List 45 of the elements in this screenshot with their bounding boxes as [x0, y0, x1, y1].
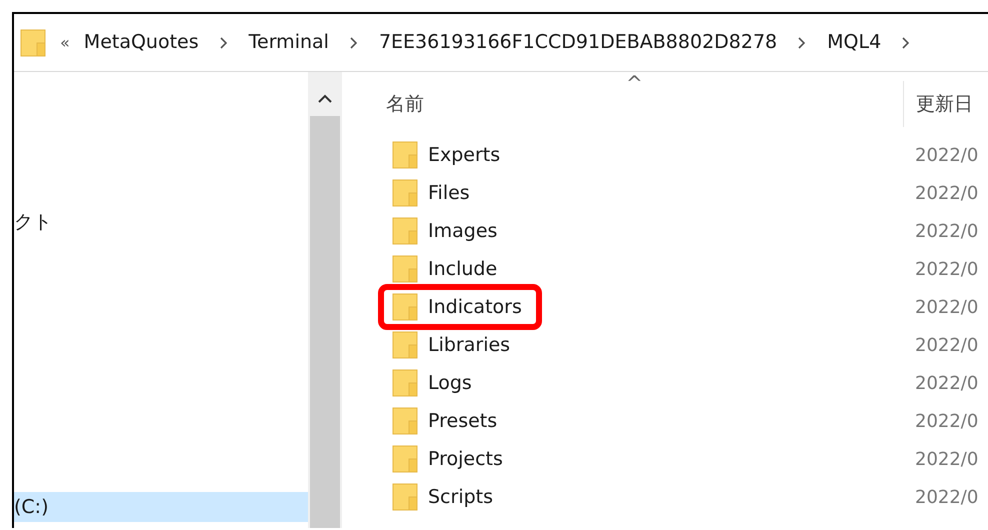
file-name[interactable]: Scripts: [428, 482, 494, 512]
nav-item[interactable]: (C:): [14, 492, 308, 522]
folder-icon: [392, 407, 418, 435]
file-name[interactable]: Include: [428, 254, 498, 284]
file-name[interactable]: Libraries: [428, 330, 510, 360]
folder-icon: [392, 369, 418, 397]
date-cell-text: 2022/0: [914, 448, 978, 472]
folder-icon: [392, 255, 418, 283]
date-cell-text: 2022/0: [914, 144, 978, 168]
date-cell-text: 2022/0: [914, 486, 978, 510]
breadcrumb-item[interactable]: 7EE36193166F1CCD91DEBAB8802D8278: [378, 28, 778, 57]
chevron-icon[interactable]: [218, 36, 229, 50]
file-name[interactable]: Indicators: [428, 292, 522, 322]
folder-icon: [392, 141, 418, 169]
date-cell-text: 2022/0: [914, 220, 978, 244]
file-name[interactable]: Presets: [428, 406, 498, 436]
date-cell-text: 2022/0: [914, 258, 978, 282]
date-cell-text: 2022/0: [914, 372, 978, 396]
file-name[interactable]: Logs: [428, 368, 472, 398]
scrollbar[interactable]: [308, 72, 342, 528]
folder-icon: [392, 483, 418, 511]
nav-item[interactable]: クト: [14, 207, 308, 237]
breadcrumb-item[interactable]: MQL4: [827, 28, 882, 57]
date-cell-text: 2022/0: [914, 410, 978, 434]
file-name[interactable]: Experts: [428, 140, 500, 170]
chevron-icon[interactable]: [348, 36, 359, 50]
breadcrumb-item[interactable]: Terminal: [248, 28, 329, 57]
folder-icon: [392, 293, 418, 321]
file-name[interactable]: Projects: [428, 444, 503, 474]
breadcrumb-item[interactable]: MetaQuotes: [84, 28, 199, 57]
date-cell-text: 2022/0: [914, 334, 978, 358]
folder-icon: [20, 28, 46, 56]
folder-icon: [392, 331, 418, 359]
folder-icon: [392, 217, 418, 245]
chevron-icon[interactable]: [797, 36, 808, 50]
scroll-up-icon[interactable]: [318, 94, 332, 104]
file-name[interactable]: Images: [428, 216, 498, 246]
date-cell-text: 2022/0: [914, 182, 978, 206]
column-header[interactable]: 更新日: [903, 81, 973, 127]
folder-icon: [392, 445, 418, 473]
chevron-icon[interactable]: [901, 36, 912, 50]
folder-icon: [392, 179, 418, 207]
overflow-chevron[interactable]: «: [60, 30, 70, 54]
date-cell-text: 2022/0: [914, 296, 978, 320]
file-name[interactable]: Files: [428, 178, 470, 208]
